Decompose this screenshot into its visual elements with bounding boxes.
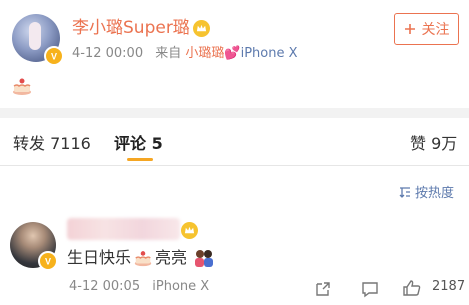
like-icon[interactable] [402,279,422,297]
active-tab-indicator [127,158,153,161]
source-prefix: 来自 [155,46,182,61]
tabs-bottom-border [0,165,469,166]
crown-icon [193,20,210,37]
follow-label: 关注 [421,22,450,38]
comment-text: 生日快乐 亮亮 [67,247,215,269]
verified-badge-icon: V [44,46,64,66]
comment-meta: 4-12 00:05 iPhone X [69,279,209,294]
cake-icon [11,75,33,97]
plus-icon [404,24,415,34]
tab-bar: 转发 7116 评论 5 赞 9万 [0,122,469,166]
comment-icon[interactable] [361,280,379,298]
section-divider [0,108,469,118]
follow-button[interactable]: 关注 [394,13,459,45]
like-count: 2187 [432,279,466,294]
verified-badge-icon: V [38,251,58,271]
post-timestamp: 4-12 00:00 [72,46,144,61]
crown-icon [181,222,198,239]
tab-likes[interactable]: 赞 9万 [410,134,457,154]
commenter-name-blurred[interactable] [67,218,180,240]
heart-icon: 💕 [224,46,241,61]
sort-label: 按热度 [415,186,455,201]
tab-comments[interactable]: 评论 5 [114,134,163,154]
share-icon[interactable] [314,280,332,298]
comment-text-tail: 亮亮 [155,248,188,267]
comment-device: iPhone X [152,279,210,294]
svg-text:V: V [51,52,57,62]
sort-by-hotness-button[interactable]: 按热度 [398,182,454,201]
sort-icon [399,186,410,198]
tab-reposts[interactable]: 转发 7116 [13,134,91,154]
couple-emoji-icon [195,250,214,267]
svg-text:V: V [45,257,51,267]
post-meta: 4-12 00:00 来自 小璐璐💕iPhone X [72,45,298,63]
cake-icon [134,251,152,267]
comment-text-main: 生日快乐 [67,248,132,267]
source-name[interactable]: 小璐璐 [185,46,224,61]
comment-timestamp: 4-12 00:05 [69,279,141,294]
device-name[interactable]: iPhone X [241,46,298,61]
author-name[interactable]: 李小璐Super璐 [72,16,190,40]
